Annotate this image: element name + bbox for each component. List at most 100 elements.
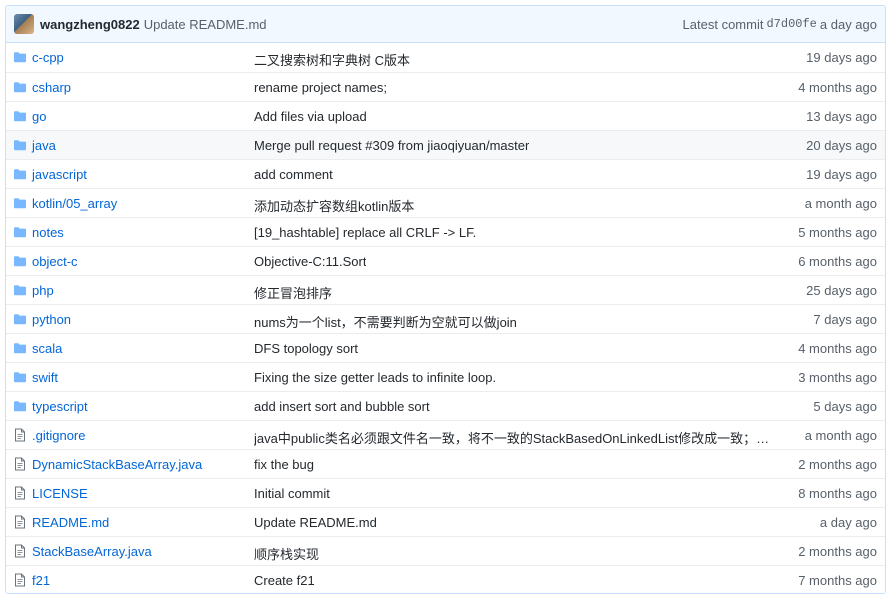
folder-icon [13, 370, 27, 384]
table-row: python nums为一个list，不需要判断为空就可以做join 7 days … [6, 304, 885, 333]
table-row: StackBaseArray.java 顺序栈实现 2 months ago [6, 536, 885, 565]
table-row: f21 Create f21 7 months ago [6, 565, 885, 593]
folder-icon [13, 341, 27, 355]
commit-sha-link[interactable]: d7d00fe [766, 17, 816, 31]
table-row: scala DFS topology sort 4 months ago [6, 333, 885, 362]
commit-message-link[interactable]: Update README.md [254, 515, 377, 530]
commit-age: a month ago [804, 196, 877, 211]
folder-icon [13, 254, 27, 268]
table-row: kotlin/05_array 添加动态扩容数组kotlin版本 a month a… [6, 188, 885, 217]
avatar[interactable] [14, 14, 34, 34]
commit-message-link[interactable]: fix the bug [254, 457, 314, 472]
table-row: DynamicStackBaseArray.java fix the bug 2 m… [6, 449, 885, 478]
latest-commit-label: Latest commit [682, 16, 764, 32]
commit-age: 2 months ago [798, 457, 877, 472]
table-row: typescript add insert sort and bubble sor… [6, 391, 885, 420]
file-link[interactable]: README.md [32, 515, 109, 530]
file-icon [13, 544, 27, 558]
folder-icon [13, 399, 27, 413]
commit-age: 8 months ago [798, 486, 877, 501]
folder-link[interactable]: c-cpp [32, 50, 64, 65]
file-link[interactable]: f21 [32, 573, 50, 588]
folder-link[interactable]: typescript [32, 399, 88, 414]
commit-message-link[interactable]: 顺序栈实现 [254, 544, 319, 563]
folder-icon [13, 50, 27, 64]
commit-age: 20 days ago [806, 138, 877, 153]
commit-age: a month ago [804, 428, 877, 443]
commit-message-link[interactable]: 添加动态扩容数组kotlin版本 [254, 196, 414, 215]
commit-age: 5 days ago [813, 399, 877, 414]
commit-age: 7 days ago [813, 312, 877, 327]
table-row: java Merge pull request #309 from jiaoqiy… [6, 130, 885, 159]
commit-message-link[interactable]: Initial commit [254, 486, 330, 501]
file-link[interactable]: StackBaseArray.java [32, 544, 152, 559]
folder-link[interactable]: scala [32, 341, 62, 356]
commit-message-link[interactable]: [19_hashtable] replace all CRLF -> LF. [254, 225, 476, 240]
commit-age: 4 months ago [798, 80, 877, 95]
folder-icon [13, 225, 27, 239]
table-row: php 修正冒泡排序 25 days ago [6, 275, 885, 304]
commit-age: 19 days ago [806, 167, 877, 182]
commit-age: 7 months ago [798, 573, 877, 588]
commit-message-link[interactable]: Create f21 [254, 573, 315, 588]
folder-icon [13, 80, 27, 94]
table-row: notes [19_hashtable] replace all CRLF -> … [6, 217, 885, 246]
table-row: csharp rename project names; 4 months ago [6, 72, 885, 101]
table-row: object-c Objective-C:11.Sort 6 months ago [6, 246, 885, 275]
file-link[interactable]: DynamicStackBaseArray.java [32, 457, 202, 472]
commit-author-link[interactable]: wangzheng0822 [40, 17, 140, 32]
file-browser: wangzheng0822 Update README.md Latest co… [5, 5, 886, 594]
file-link[interactable]: .gitignore [32, 428, 85, 443]
file-icon [13, 486, 27, 500]
commit-age: 5 months ago [798, 225, 877, 240]
commit-message-link[interactable]: 修正冒泡排序 [254, 283, 332, 302]
commit-message-link[interactable]: add insert sort and bubble sort [254, 399, 430, 414]
folder-link[interactable]: kotlin/05_array [32, 196, 117, 211]
file-icon [13, 573, 27, 587]
commit-age: a day ago [819, 515, 877, 530]
table-row: README.md Update README.md a day ago [6, 507, 885, 536]
file-icon [13, 428, 27, 442]
commit-age: 2 months ago [798, 544, 877, 559]
folder-link[interactable]: object-c [32, 254, 78, 269]
folder-link[interactable]: python [32, 312, 71, 327]
commit-age: 13 days ago [806, 109, 877, 124]
folder-link[interactable]: swift [32, 370, 58, 385]
folder-icon [13, 283, 27, 297]
folder-link[interactable]: csharp [32, 80, 71, 95]
commit-message-link[interactable]: Objective-C:11.Sort [254, 254, 366, 269]
folder-link[interactable]: go [32, 109, 46, 124]
latest-commit-bar: wangzheng0822 Update README.md Latest co… [6, 6, 885, 43]
commit-message-link[interactable]: Fixing the size getter leads to infinite… [254, 370, 496, 385]
commit-message-link[interactable]: Merge pull request #309 from jiaoqiyuan/… [254, 138, 529, 153]
table-row: .gitignore java中public类名必须跟文件名一致，将不一致的Sta… [6, 420, 885, 449]
table-row: javascript add comment 19 days ago [6, 159, 885, 188]
folder-icon [13, 138, 27, 152]
folder-link[interactable]: javascript [32, 167, 87, 182]
file-icon [13, 515, 27, 529]
commit-age: 25 days ago [806, 283, 877, 298]
file-link[interactable]: LICENSE [32, 486, 88, 501]
file-list: c-cpp 二叉搜索树和字典树 C版本 19 days ago csharp renam… [6, 43, 885, 593]
commit-message-link[interactable]: Add files via upload [254, 109, 367, 124]
table-row: go Add files via upload 13 days ago [6, 101, 885, 130]
folder-icon [13, 312, 27, 326]
commit-message-link[interactable]: 二叉搜索树和字典树 C版本 [254, 50, 410, 69]
folder-link[interactable]: java [32, 138, 56, 153]
commit-message-link[interactable]: java中public类名必须跟文件名一致，将不一致的StackBasedOnL… [254, 428, 774, 447]
commit-message-link[interactable]: rename project names; [254, 80, 387, 95]
commit-message-link[interactable]: Update README.md [144, 17, 267, 32]
folder-icon [13, 109, 27, 123]
commit-age: 19 days ago [806, 50, 877, 65]
table-row: LICENSE Initial commit 8 months ago [6, 478, 885, 507]
commit-age: 6 months ago [798, 254, 877, 269]
table-row: c-cpp 二叉搜索树和字典树 C版本 19 days ago [6, 43, 885, 72]
commit-age: 4 months ago [798, 341, 877, 356]
folder-link[interactable]: notes [32, 225, 64, 240]
commit-message-link[interactable]: add comment [254, 167, 333, 182]
commit-message-link[interactable]: nums为一个list，不需要判断为空就可以做join [254, 312, 517, 331]
file-icon [13, 457, 27, 471]
commit-message-link[interactable]: DFS topology sort [254, 341, 358, 356]
table-row: swift Fixing the size getter leads to inf… [6, 362, 885, 391]
folder-link[interactable]: php [32, 283, 54, 298]
